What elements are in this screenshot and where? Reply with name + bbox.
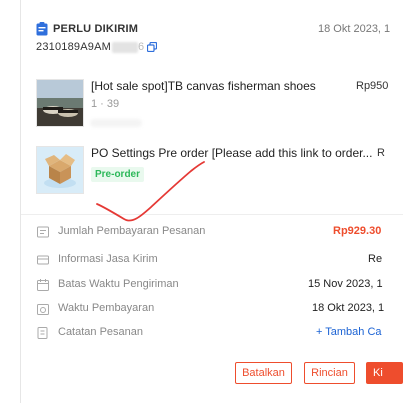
status-label: PERLU DIKIRIM — [53, 23, 139, 35]
product-thumbnail — [36, 146, 84, 194]
detail-label: Waktu Pembayaran — [58, 302, 155, 314]
product-price: Rp950 — [356, 80, 389, 92]
payment-time-icon — [37, 304, 49, 315]
receipt-icon — [37, 226, 49, 238]
detail-label: Batas Waktu Pengiriman — [58, 278, 179, 290]
cancel-button[interactable]: Batalkan — [235, 362, 292, 384]
order-card: PERLU DIKIRIM 18 Okt 2023, 1 2310189A9AM… — [21, 0, 403, 403]
calendar-icon — [37, 279, 49, 291]
faded-text — [90, 119, 142, 127]
payment-time-value: 18 Okt 2023, 1 — [312, 302, 385, 314]
detail-label: Jumlah Pembayaran Pesanan — [58, 225, 206, 237]
ship-deadline-value: 15 Nov 2023, 1 — [308, 278, 383, 290]
detail-row-notes: Catatan Pesanan + Tambah Ca — [36, 323, 403, 343]
order-id-row: 2310189A9AM 6 — [36, 41, 158, 53]
product-variation: 1 · 39 — [91, 98, 120, 110]
redacted-text — [111, 41, 138, 53]
product-info: PO Settings Pre order [Please add this l… — [91, 146, 372, 194]
add-note-link[interactable]: + Tambah Ca — [316, 326, 382, 338]
notes-icon — [37, 327, 48, 339]
clipboard-icon — [36, 22, 48, 36]
copy-icon[interactable] — [147, 42, 158, 52]
detail-label: Catatan Pesanan — [58, 326, 144, 338]
section-divider — [21, 214, 403, 215]
preorder-badge: Pre-order — [91, 167, 145, 182]
order-id: 2310189A9AM — [36, 41, 111, 53]
order-panel: PERLU DIKIRIM 18 Okt 2023, 1 2310189A9AM… — [0, 0, 403, 403]
order-status: PERLU DIKIRIM — [36, 22, 138, 36]
shipping-value: Re — [368, 253, 383, 265]
product-name[interactable]: [Hot sale spot]TB canvas fisherman shoes — [91, 79, 316, 93]
primary-action-button[interactable]: Ki — [366, 362, 403, 384]
detail-row-shipping: Informasi Jasa Kirim Re — [36, 250, 403, 270]
product-name[interactable]: PO Settings Pre order [Please add this l… — [91, 146, 372, 160]
product-item[interactable]: [Hot sale spot]TB canvas fisherman shoes… — [36, 79, 316, 127]
detail-row-ship-deadline: Batas Waktu Pengiriman 15 Nov 2023, 1 — [36, 275, 403, 295]
shipping-info-icon — [37, 255, 49, 265]
details-button[interactable]: Rincian — [304, 362, 355, 384]
product-price: R — [377, 147, 385, 159]
order-date: 18 Okt 2023, 1 — [318, 23, 391, 35]
product-thumbnail — [36, 79, 84, 127]
detail-row-payment-time: Waktu Pembayaran 18 Okt 2023, 1 — [36, 299, 403, 319]
detail-label: Informasi Jasa Kirim — [58, 253, 158, 265]
payment-total-value: Rp929.30 — [333, 225, 382, 237]
product-item[interactable]: PO Settings Pre order [Please add this l… — [36, 146, 372, 194]
detail-row-payment-total: Jumlah Pembayaran Pesanan Rp929.30 — [36, 222, 403, 242]
order-id-tail: 6 — [137, 41, 145, 53]
